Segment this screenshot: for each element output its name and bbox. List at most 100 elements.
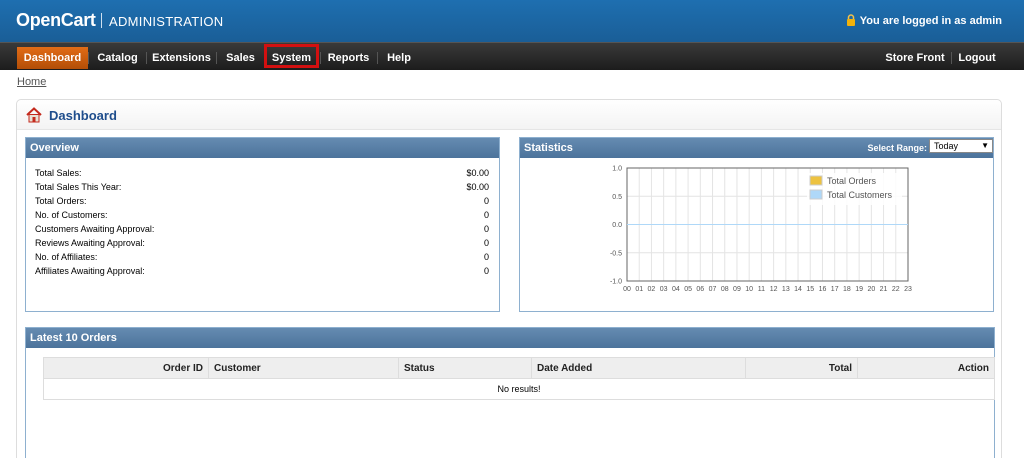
overview-value: $0.00 [466,168,489,178]
x-tick-label: 02 [648,286,656,293]
overview-value: 0 [483,266,489,276]
column-action: Action [857,357,995,379]
legend-swatch [809,189,823,200]
overview-value: 0 [483,224,489,234]
overview-label: Reviews Awaiting Approval: [35,238,145,248]
menu-reports[interactable]: Reports [321,47,376,69]
overview-row: Total Orders: 0 [35,196,489,210]
overview-label: No. of Customers: [35,210,108,220]
menu-store-front[interactable]: Store Front [880,47,950,69]
y-tick-label: -1.0 [610,279,622,286]
latest-orders-panel: Latest 10 Orders Order ID Customer Statu… [25,327,995,458]
overview-label: Customers Awaiting Approval: [35,224,155,234]
column-status[interactable]: Status [398,357,532,379]
menu-help[interactable]: Help [378,47,420,69]
menu-extensions[interactable]: Extensions [147,47,216,69]
header: OpenCart ADMINISTRATION You are logged i… [0,0,1024,42]
login-status: You are logged in as admin [846,14,1002,27]
y-tick-label: 0.5 [612,194,622,201]
x-tick-label: 03 [660,286,668,293]
y-tick-label: -0.5 [610,250,622,257]
menu-dashboard[interactable]: Dashboard [17,47,88,69]
statistics-title: Statistics [524,142,573,154]
overview-row: No. of Customers: 0 [35,210,489,224]
logo[interactable]: OpenCart [16,10,96,31]
dropdown-arrow-icon: ▼ [981,141,989,150]
logo-divider [101,13,102,28]
x-tick-label: 21 [880,286,888,293]
statistics-panel: Statistics Select Range: Today ▼ 00 01 02 0… [519,137,994,312]
orders-table: Order ID Customer Status Date Added Tota… [43,357,995,400]
login-text: You are logged in as admin [859,15,1002,27]
overview-row: Affiliates Awaiting Approval: 0 [35,266,489,280]
x-tick-label: 10 [745,286,753,293]
x-tick-label: 07 [709,286,717,293]
x-tick-label: 19 [855,286,863,293]
x-tick-label: 13 [782,286,790,293]
statistics-chart: 00 01 02 03 04 05 06 07 08 09 10 11 12 13 14 15 16 17 18 19… [610,166,912,294]
overview-label: Total Orders: [35,196,87,206]
x-tick-label: 17 [831,286,839,293]
breadcrumb-home[interactable]: Home [17,76,46,88]
latest-orders-title: Latest 10 Orders [26,328,994,348]
x-tick-label: 16 [819,286,827,293]
overview-row: Total Sales This Year: $0.00 [35,182,489,196]
x-tick-label: 06 [696,286,704,293]
overview-label: Total Sales: [35,168,82,178]
x-tick-label: 05 [684,286,692,293]
menu-sales[interactable]: Sales [217,47,264,69]
x-tick-label: 20 [867,286,875,293]
menu-catalog[interactable]: Catalog [89,47,146,69]
no-results: No results! [43,378,995,400]
legend-swatch [809,175,823,186]
range-select[interactable]: Today ▼ [929,139,993,153]
legend-label: Total Customers [827,190,893,200]
overview-label: Affiliates Awaiting Approval: [35,266,145,276]
overview-value: $0.00 [466,182,489,192]
overview-row: No. of Affiliates: 0 [35,252,489,266]
statistics-header: Statistics Select Range: Today ▼ [520,138,993,158]
dashboard-header: Dashboard [17,100,1001,130]
x-tick-label: 09 [733,286,741,293]
overview-value: 0 [483,196,489,206]
x-tick-label: 14 [794,286,802,293]
lock-icon [846,14,855,26]
x-tick-label: 15 [806,286,814,293]
overview-row: Customers Awaiting Approval: 0 [35,224,489,238]
overview-row: Total Sales: $0.00 [35,168,489,182]
column-total[interactable]: Total [745,357,858,379]
column-order-id[interactable]: Order ID [43,357,209,379]
overview-value: 0 [483,238,489,248]
overview-row: Reviews Awaiting Approval: 0 [35,238,489,252]
y-tick-label: 1.0 [612,166,622,173]
overview-panel: Overview Total Sales: $0.00 Total Sales T… [25,137,500,312]
x-tick-label: 11 [758,286,765,293]
dashboard-box: Dashboard Overview Total Sales: $0.00 Tot… [16,99,1002,458]
orders-header-row: Order ID Customer Status Date Added Tota… [43,357,995,379]
main-menu: Dashboard Catalog Extensions Sales Syste… [0,42,1024,70]
overview-value: 0 [483,252,489,262]
x-tick-label: 08 [721,286,729,293]
range-label: Select Range: [867,143,927,153]
y-tick-label: 0.0 [612,222,622,229]
admin-subtitle: ADMINISTRATION [109,14,224,29]
column-date-added[interactable]: Date Added [531,357,746,379]
system-highlight-box [264,44,319,68]
x-tick-label: 00 [623,286,631,293]
overview-label: No. of Affiliates: [35,252,98,262]
overview-title: Overview [26,138,499,158]
overview-label: Total Sales This Year: [35,182,122,192]
table-row: No results! [43,378,995,400]
legend-label: Total Orders [827,176,877,186]
x-tick-label: 18 [843,286,851,293]
x-tick-label: 22 [892,286,900,293]
x-tick-label: 12 [770,286,778,293]
x-tick-label: 01 [635,286,643,293]
page-title: Dashboard [49,108,117,123]
overview-value: 0 [483,210,489,220]
x-tick-label: 23 [904,286,912,293]
menu-logout[interactable]: Logout [952,47,1002,69]
range-value: Today [934,141,959,151]
home-icon [26,107,42,123]
column-customer[interactable]: Customer [208,357,399,379]
